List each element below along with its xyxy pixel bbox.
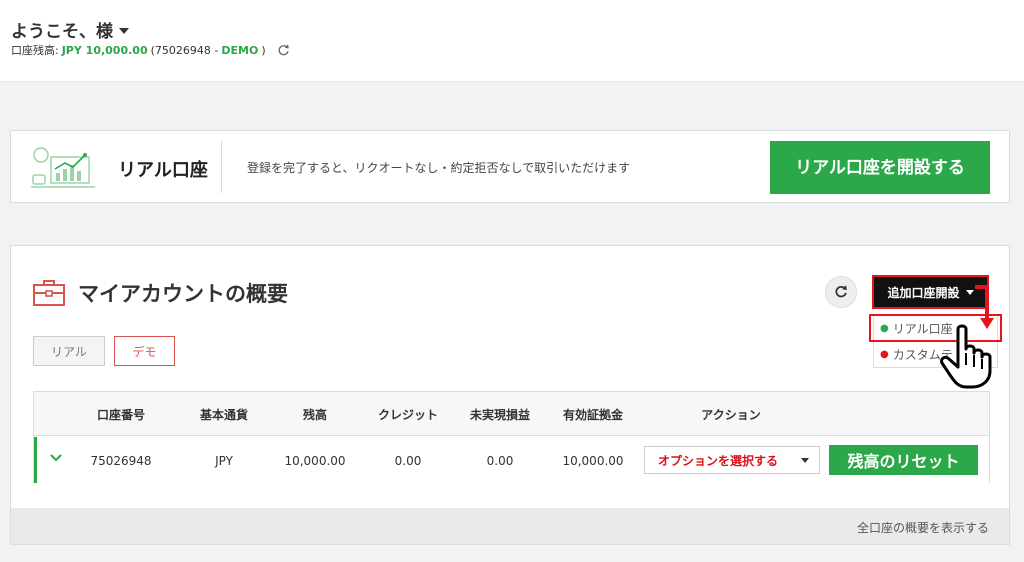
- refresh-icon: [835, 285, 847, 298]
- caret-down-icon: [965, 289, 974, 295]
- chevron-down-icon[interactable]: [49, 451, 63, 465]
- column-header: 未実現損益: [469, 408, 531, 422]
- caret-down-icon: [801, 458, 809, 463]
- cell-equity: 10,000.00: [562, 454, 624, 468]
- banner-description: 登録を完了すると、リクオートなし・約定拒否なしで取引いただけます: [247, 161, 631, 175]
- reset-balance-button[interactable]: 残高のリセット: [829, 445, 978, 475]
- account-number: (75026948 -: [150, 43, 219, 57]
- bullet-icon: ●: [880, 322, 889, 334]
- tab-demo[interactable]: デモ: [114, 336, 175, 366]
- column-header: 口座番号: [96, 408, 146, 422]
- table-header: 口座番号 基本通貨 残高 クレジット 未実現損益 有効証拠金 アクション: [34, 392, 989, 436]
- annotation-arrow: [985, 285, 989, 319]
- tab-real[interactable]: リアル: [33, 336, 105, 366]
- column-header: 残高: [302, 408, 328, 422]
- account-type: DEMO: [221, 43, 259, 57]
- bullet-icon: ●: [880, 348, 889, 360]
- banner-divider: [221, 141, 222, 193]
- cell-balance: 10,000.00: [284, 454, 346, 468]
- column-header: 基本通貨: [199, 408, 249, 422]
- action-select[interactable]: オプションを選択する: [644, 446, 820, 474]
- cell-currency: JPY: [215, 454, 233, 468]
- cell-unrealized: 0.00: [486, 454, 514, 468]
- account-overview-panel: マイアカウントの概要 追加口座開設 リアル デモ 口座番号 基本通貨 残高 クレ…: [10, 245, 1010, 545]
- add-account-label: 追加口座開設: [887, 285, 960, 300]
- cell-account: 75026948: [90, 454, 152, 468]
- view-all-accounts-link[interactable]: 全口座の概要を表示する: [857, 519, 989, 536]
- briefcase-icon: [33, 280, 65, 306]
- welcome-text: ようこそ、様: [11, 22, 113, 42]
- pointing-hand-icon: [940, 324, 992, 389]
- accounts-table: 口座番号 基本通貨 残高 クレジット 未実現損益 有効証拠金 アクション 750…: [33, 391, 990, 483]
- top-header: ようこそ、様 口座残高: JPY 10,000.00 (75026948 - D…: [0, 0, 1024, 82]
- column-header: 有効証拠金: [562, 408, 624, 422]
- open-real-account-button[interactable]: リアル口座を開設する: [770, 141, 990, 194]
- add-account-button[interactable]: 追加口座開設: [872, 275, 989, 309]
- balance-label: 口座残高:: [11, 44, 59, 57]
- banner-title: リアル口座: [118, 160, 208, 181]
- account-close-paren: ): [261, 43, 266, 57]
- real-account-banner: リアル口座 登録を完了すると、リクオートなし・約定拒否なしで取引いただけます リ…: [10, 130, 1010, 203]
- column-header: アクション: [701, 408, 761, 422]
- caret-down-icon: [119, 27, 129, 34]
- table-row: 75026948 JPY 10,000.00 0.00 0.00 10,000.…: [34, 437, 989, 483]
- balance-line: 口座残高: JPY 10,000.00 (75026948 - DEMO ): [11, 42, 290, 58]
- column-header: クレジット: [377, 408, 439, 422]
- balance-value: JPY 10,000.00: [61, 43, 148, 57]
- panel-footer: 全口座の概要を表示する: [11, 508, 1009, 544]
- chart-illustration-icon: [31, 147, 95, 188]
- refresh-icon[interactable]: [277, 44, 290, 57]
- action-select-value: オプションを選択する: [658, 453, 779, 468]
- welcome-menu[interactable]: ようこそ、様: [11, 17, 129, 42]
- refresh-button[interactable]: [825, 276, 857, 308]
- cell-credit: 0.00: [394, 454, 422, 468]
- page-title: マイアカウントの概要: [78, 282, 288, 306]
